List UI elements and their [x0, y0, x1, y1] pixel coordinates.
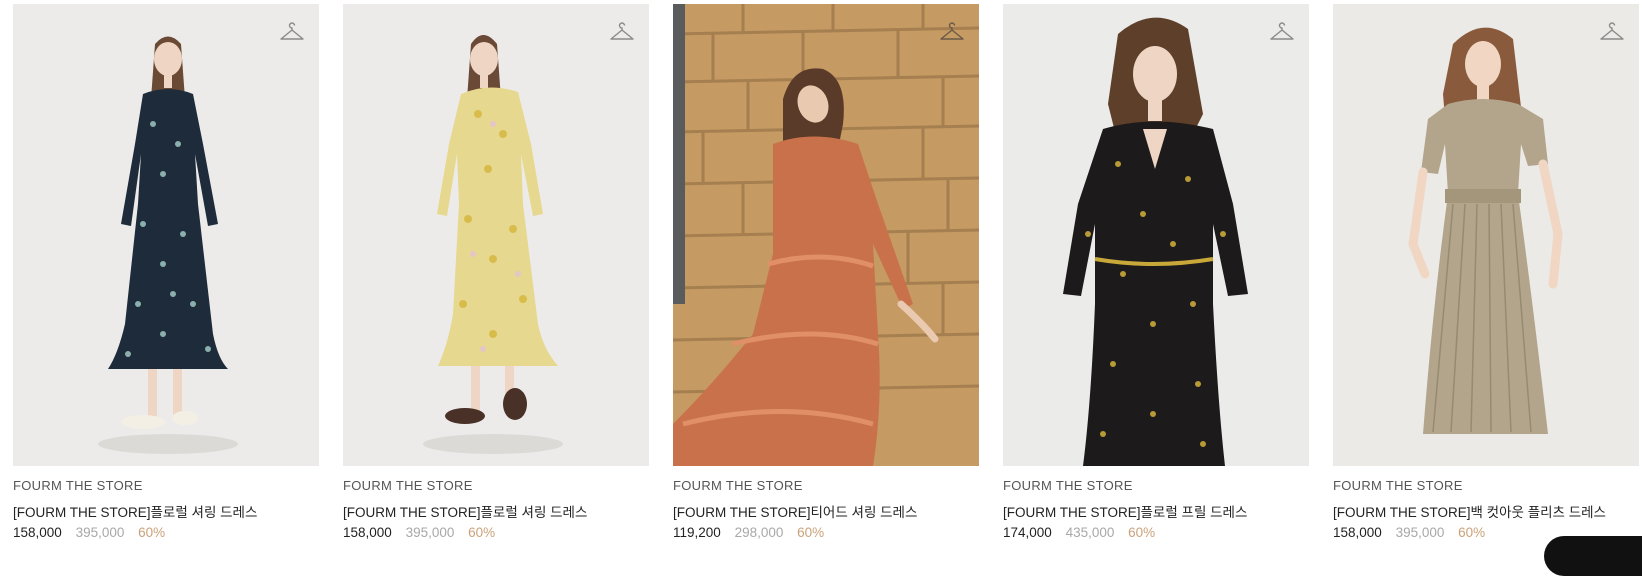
product-brand[interactable]: FOURM THE STORE [1333, 478, 1463, 493]
product-name[interactable]: [FOURM THE STORE]플로럴 셔링 드레스 [343, 501, 587, 521]
original-price: 395,000 [75, 525, 125, 540]
hanger-icon[interactable] [609, 22, 635, 44]
hanger-icon[interactable] [939, 22, 965, 44]
model-photo [673, 4, 979, 466]
product-brand[interactable]: FOURM THE STORE [673, 478, 803, 493]
discount-rate: 60% [1128, 525, 1156, 540]
product-prices: 158,000 395,000 60% [343, 525, 495, 540]
product-prices: 158,000 395,000 60% [13, 525, 165, 540]
hanger-icon[interactable] [1599, 22, 1625, 44]
product-name[interactable]: [FOURM THE STORE]플로럴 셔링 드레스 [13, 501, 257, 521]
hanger-icon[interactable] [279, 22, 305, 44]
product-card[interactable]: FOURM THE STORE [FOURM THE STORE]플로럴 프릴 … [1003, 4, 1309, 544]
hanger-icon[interactable] [1269, 22, 1295, 44]
product-prices: 174,000 435,000 60% [1003, 525, 1155, 540]
discount-rate: 60% [797, 525, 825, 540]
product-brand[interactable]: FOURM THE STORE [13, 478, 143, 493]
floating-action-button[interactable] [1544, 536, 1642, 576]
product-card[interactable]: FOURM THE STORE [FOURM THE STORE]플로럴 셔링 … [343, 4, 649, 544]
product-card[interactable]: FOURM THE STORE [FOURM THE STORE]플로럴 셔링 … [13, 4, 319, 544]
product-name[interactable]: [FOURM THE STORE]백 컷아웃 플리츠 드레스 [1333, 501, 1606, 521]
original-price: 395,000 [1395, 525, 1445, 540]
product-image[interactable] [13, 4, 319, 466]
original-price: 395,000 [405, 525, 455, 540]
product-prices: 119,200 298,000 60% [673, 525, 824, 540]
product-name[interactable]: [FOURM THE STORE]티어드 셔링 드레스 [673, 501, 917, 521]
product-card[interactable]: FOURM THE STORE [FOURM THE STORE]티어드 셔링 … [673, 4, 979, 544]
product-brand[interactable]: FOURM THE STORE [1003, 478, 1133, 493]
product-brand[interactable]: FOURM THE STORE [343, 478, 473, 493]
original-price: 435,000 [1065, 525, 1115, 540]
product-card[interactable]: FOURM THE STORE [FOURM THE STORE]백 컷아웃 플… [1333, 4, 1639, 544]
product-image[interactable] [343, 4, 649, 466]
product-image[interactable] [1333, 4, 1639, 466]
model-photo [13, 4, 319, 466]
sale-price: 158,000 [13, 525, 62, 540]
sale-price: 158,000 [343, 525, 392, 540]
original-price: 298,000 [734, 525, 784, 540]
product-image[interactable] [673, 4, 979, 466]
sale-price: 174,000 [1003, 525, 1052, 540]
product-grid: FOURM THE STORE [FOURM THE STORE]플로럴 셔링 … [0, 0, 1642, 576]
model-photo [1333, 4, 1639, 466]
discount-rate: 60% [1458, 525, 1486, 540]
model-photo [343, 4, 649, 466]
product-image[interactable] [1003, 4, 1309, 466]
product-prices: 158,000 395,000 60% [1333, 525, 1485, 540]
sale-price: 158,000 [1333, 525, 1382, 540]
model-photo [1003, 4, 1309, 466]
discount-rate: 60% [138, 525, 166, 540]
product-name[interactable]: [FOURM THE STORE]플로럴 프릴 드레스 [1003, 501, 1247, 521]
discount-rate: 60% [468, 525, 496, 540]
sale-price: 119,200 [673, 525, 721, 540]
